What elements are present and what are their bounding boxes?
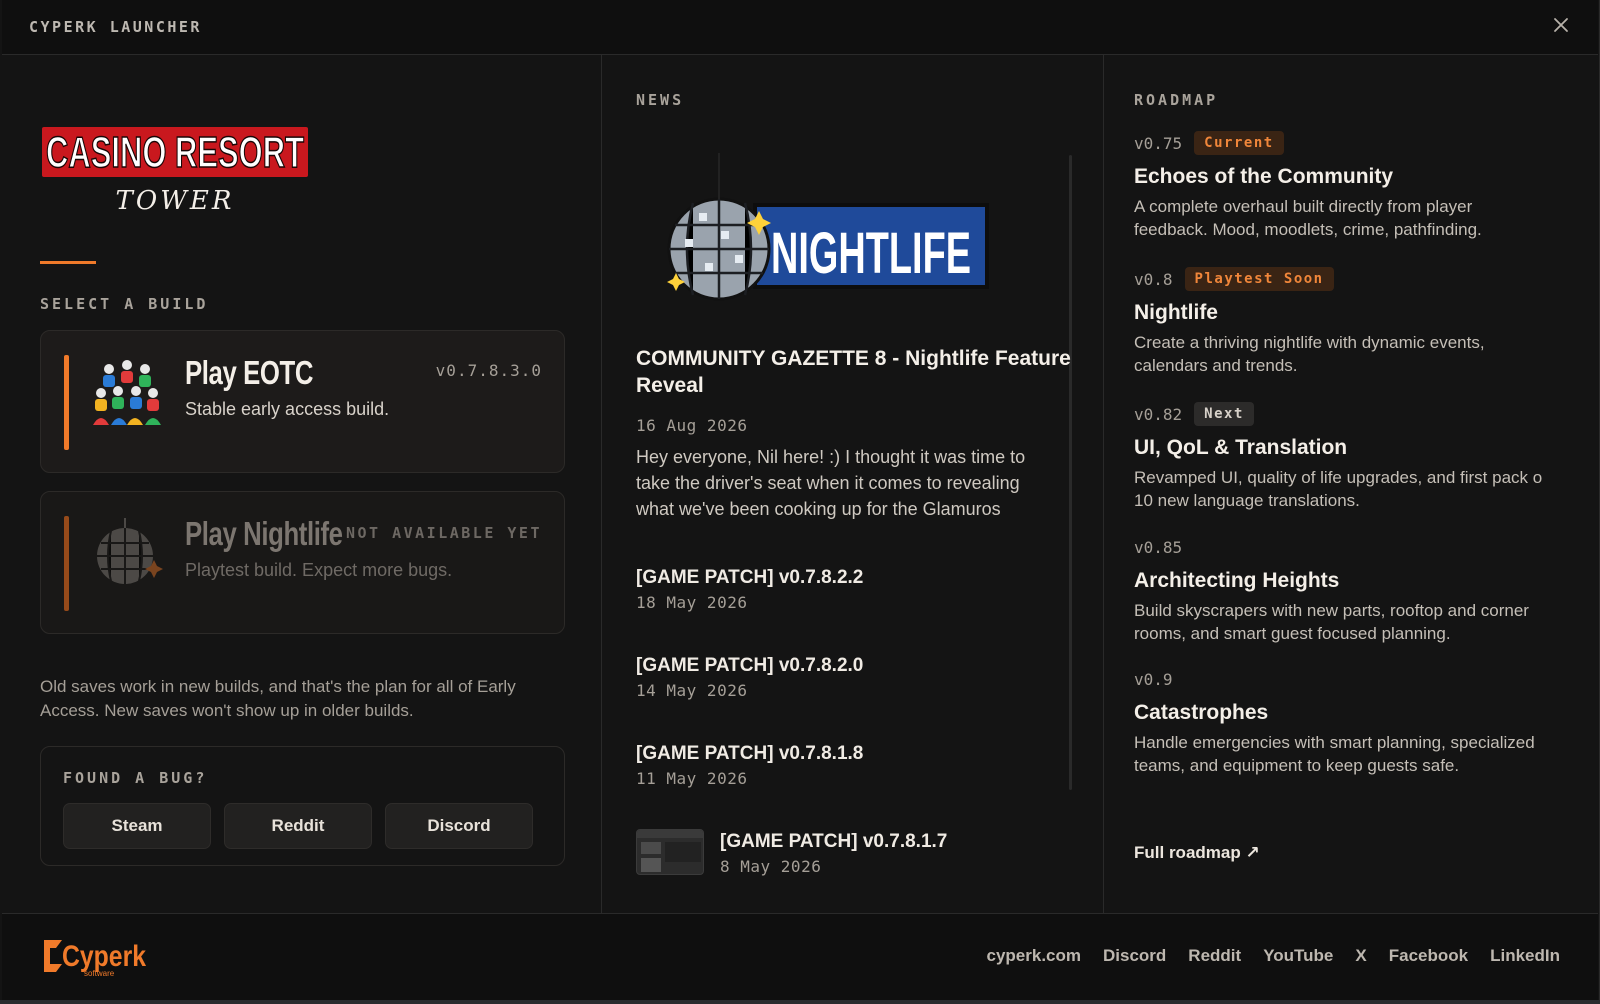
roadmap-label: ROADMAP [1134,91,1219,109]
close-button[interactable] [1550,14,1572,36]
patch-date: 8 May 2026 [720,857,822,876]
footer-link-reddit[interactable]: Reddit [1188,946,1241,966]
steam-button[interactable]: Steam [63,803,211,849]
footer-links: cyperk.com Discord Reddit YouTube X Face… [987,946,1561,966]
roadmap-title: Echoes of the Community [1134,165,1394,188]
status-badge: Playtest Soon [1184,267,1334,291]
roadmap-version: v0.9 [1134,669,1173,689]
news-headline[interactable]: COMMUNITY GAZETTE 8 - Nightlife Feature … [636,345,1076,399]
close-icon [1554,18,1568,32]
news-item-patch[interactable]: [GAME PATCH] v0.7.8.2.0 14 May 2026 [636,655,1056,700]
build-card-eotc[interactable]: Play EOTC v0.7.8.3.0 Stable early access… [40,330,565,473]
roadmap-item: v0.8 Playtest Soon Nightlife Create a th… [1134,265,1584,377]
launcher-body: CYPERK LAUNCHER CASINO RESORT TOWER SELE… [2,0,1598,1000]
roadmap-version: v0.85 [1134,537,1183,557]
saves-note: Old saves work in new builds, and that's… [40,677,516,720]
footer-link-website[interactable]: cyperk.com [987,946,1082,966]
footer: Cyperk software cyperk.com Discord Reddi… [2,913,1598,1000]
title-bar: CYPERK LAUNCHER [2,0,1598,55]
news-hero-image[interactable]: NIGHTLIFE [655,153,1033,313]
active-indicator [64,355,69,450]
disco-ball-icon [89,516,165,592]
build-description: Stable early access build. [185,399,390,419]
patch-thumbnail[interactable] [636,829,704,875]
game-logo: CASINO RESORT TOWER [40,125,330,225]
roadmap-version: v0.8 [1134,269,1173,289]
news-date: 16 Aug 2026 [636,416,748,435]
build-panel: CASINO RESORT TOWER SELECT A BUILD Play … [2,55,602,913]
roadmap-description-line: Revamped UI, quality of life upgrades, a… [1134,468,1543,487]
svg-text:CASINO RESORT: CASINO RESORT [46,128,304,177]
roadmap-description: Revamped UI, quality of life upgrades, a… [1134,466,1584,512]
roadmap-description: Build skyscrapers with new parts, roofto… [1134,599,1584,645]
accent-divider [40,261,96,264]
patch-title: [GAME PATCH] v0.7.8.2.2 [636,567,864,588]
inactive-indicator [64,516,69,611]
full-roadmap-link[interactable]: Full roadmap ↗ [1134,843,1260,863]
patch-title: [GAME PATCH] v0.7.8.2.0 [636,655,864,676]
roadmap-title: Architecting Heights [1134,569,1340,592]
build-description: Playtest build. Expect more bugs. [185,560,453,580]
build-card-nightlife: Play Nightlife NOT AVAILABLE YET Playtes… [40,491,565,634]
bug-report-box: FOUND A BUG? Steam Reddit Discord [40,746,565,866]
roadmap-description-line: teams, and equipment to keep guests safe… [1134,756,1460,775]
roadmap-description-line: A complete overhaul built directly from … [1134,197,1473,216]
patch-date: 11 May 2026 [636,769,748,788]
patch-date: 14 May 2026 [636,681,748,700]
footer-link-youtube[interactable]: YouTube [1263,946,1333,966]
build-title: Play EOTC [185,354,314,391]
roadmap-title: UI, QoL & Translation [1134,436,1348,459]
footer-link-discord[interactable]: Discord [1103,946,1166,966]
launcher-window: CYPERK LAUNCHER CASINO RESORT TOWER SELE… [0,0,1600,1004]
build-title: Play Nightlife [185,515,343,552]
roadmap-item: v0.82 Next UI, QoL & Translation Revampe… [1134,400,1584,512]
roadmap-description: Create a thriving nightlife with dynamic… [1134,331,1584,377]
roadmap-description-line: 10 new language translations. [1134,491,1360,510]
status-badge: Current [1194,131,1284,155]
discord-button[interactable]: Discord [385,803,533,849]
roadmap-description-line: feedback. Mood, moodlets, crime, pathfin… [1134,220,1482,239]
roadmap-description-line: Handle emergencies with smart planning, … [1134,733,1535,752]
patch-date: 18 May 2026 [636,593,748,612]
roadmap-item: v0.9 Catastrophes Handle emergencies wit… [1134,665,1584,777]
roadmap-description-line: Build skyscrapers with new parts, roofto… [1134,601,1529,620]
roadmap-version: v0.75 [1134,133,1183,153]
footer-link-facebook[interactable]: Facebook [1389,946,1468,966]
roadmap-description-line: calendars and trends. [1134,356,1298,375]
news-body: Hey everyone, Nil here! :) I thought it … [636,447,1026,519]
patch-title: [GAME PATCH] v0.7.8.1.7 [720,831,948,852]
roadmap-description: Handle emergencies with smart planning, … [1134,731,1584,777]
company-logo[interactable]: Cyperk software [40,934,150,980]
status-badge: Next [1194,402,1254,426]
roadmap-title: Catastrophes [1134,701,1269,724]
build-status: NOT AVAILABLE YET [345,524,542,542]
footer-link-x[interactable]: X [1355,946,1366,966]
roadmap-title: Nightlife [1134,301,1218,324]
roadmap-version: v0.82 [1134,404,1183,424]
roadmap-item: v0.75 Current Echoes of the Community A … [1134,129,1584,241]
news-panel: NEWS NIGHTLIFE COMMUNITY GAZETTE 8 - Nig… [603,55,1103,913]
svg-text:TOWER: TOWER [116,186,235,216]
news-label: NEWS [636,91,685,109]
roadmap-panel: ROADMAP v0.75 Current Echoes of the Comm… [1103,55,1600,913]
news-item-patch[interactable]: [GAME PATCH] v0.7.8.1.7 8 May 2026 [720,831,1103,876]
news-scrollbar[interactable] [1069,155,1072,790]
bug-label: FOUND A BUG? [63,769,208,787]
news-item-patch[interactable]: [GAME PATCH] v0.7.8.1.8 11 May 2026 [636,743,1056,788]
patch-title: [GAME PATCH] v0.7.8.1.8 [636,743,864,764]
crowd-icon [89,355,165,431]
footer-link-linkedin[interactable]: LinkedIn [1490,946,1560,966]
roadmap-item: v0.85 Architecting Heights Build skyscra… [1134,533,1584,645]
roadmap-description-line: rooms, and smart guest focused planning. [1134,624,1451,643]
build-version: v0.7.8.3.0 [435,361,542,380]
select-build-label: SELECT A BUILD [40,295,209,313]
window-bottom-edge [0,1000,1600,1004]
news-item-patch[interactable]: [GAME PATCH] v0.7.8.2.2 18 May 2026 [636,567,1056,612]
roadmap-description-line: Create a thriving nightlife with dynamic… [1134,333,1485,352]
app-title: CYPERK LAUNCHER [29,18,202,36]
roadmap-description: A complete overhaul built directly from … [1134,195,1584,241]
logo-subtext: software [84,969,115,978]
hero-title: NIGHTLIFE [771,221,971,286]
reddit-button[interactable]: Reddit [224,803,372,849]
